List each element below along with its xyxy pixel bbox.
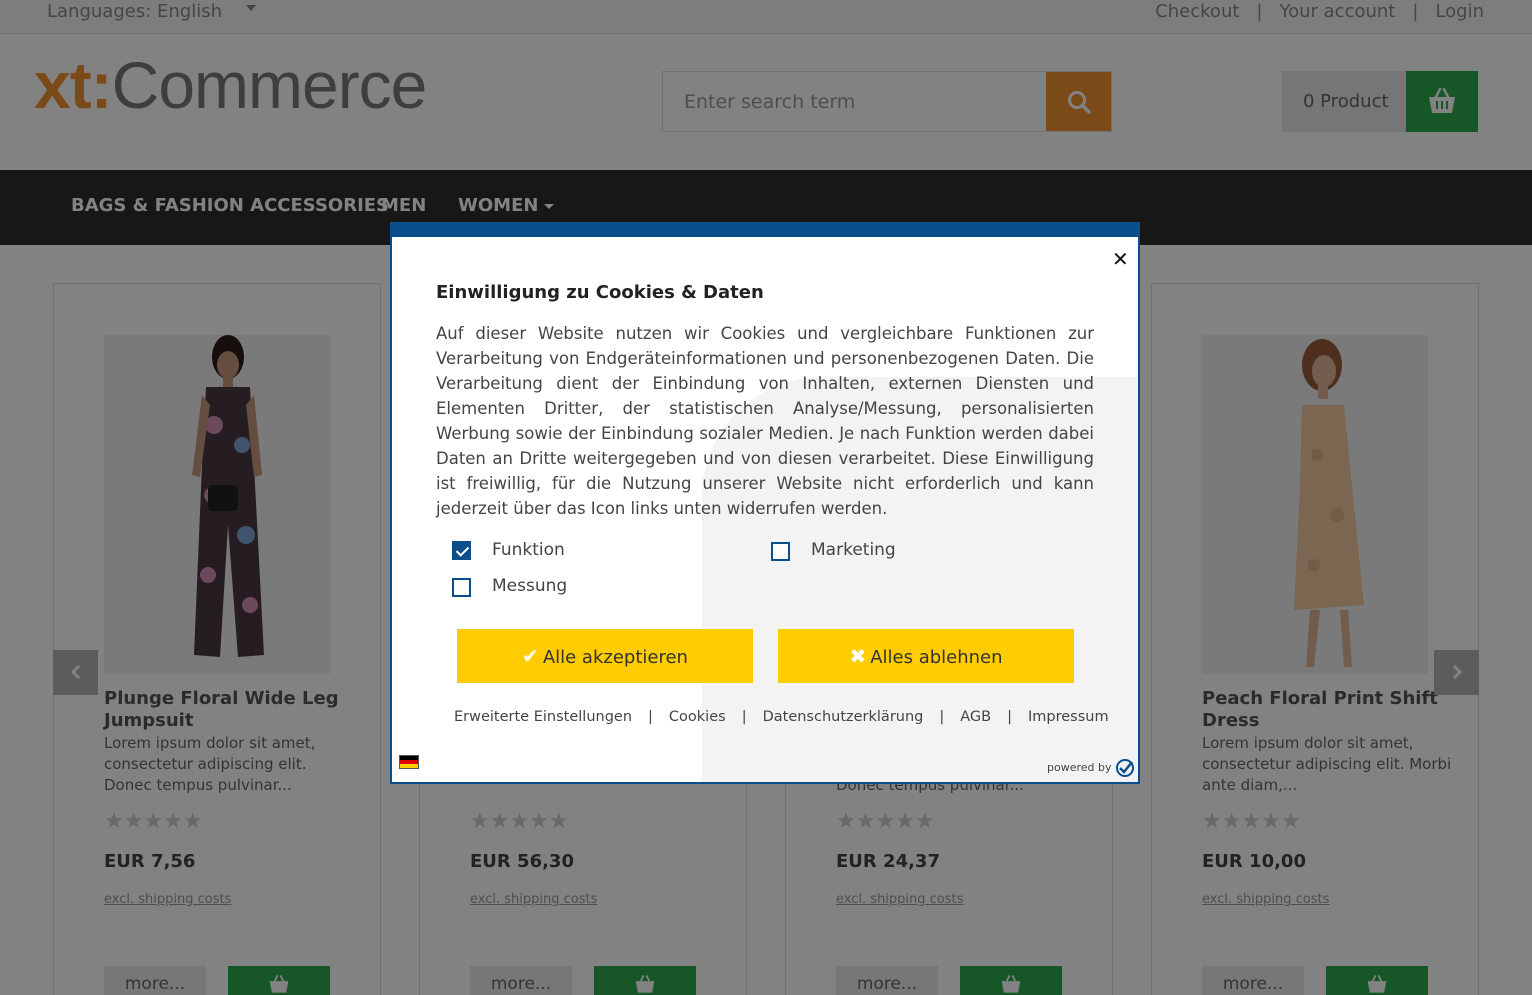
checkbox-label-funktion: Funktion bbox=[492, 540, 565, 560]
close-icon[interactable]: ✕ bbox=[1112, 249, 1129, 269]
checkbox-messung[interactable] bbox=[452, 578, 471, 597]
separator: | bbox=[648, 709, 653, 725]
dialog-header-bar bbox=[390, 222, 1140, 237]
checkbox-label-messung: Messung bbox=[492, 576, 568, 596]
accept-all-button[interactable]: ✔ Alle akzeptieren bbox=[457, 629, 753, 683]
dialog-title: Einwilligung zu Cookies & Daten bbox=[436, 282, 764, 303]
reject-all-button[interactable]: ✖ Alles ablehnen bbox=[778, 629, 1074, 683]
separator: | bbox=[741, 709, 747, 725]
dialog-links: Erweiterte Einstellungen | Cookies | Datensc… bbox=[454, 709, 1109, 725]
separator: | bbox=[939, 709, 945, 725]
close-icon: ✖ bbox=[849, 644, 867, 668]
link-impressum[interactable]: Impressum bbox=[1028, 709, 1109, 725]
check-icon: ✔ bbox=[522, 644, 539, 668]
checkbox-funktion[interactable] bbox=[452, 541, 471, 560]
link-agb[interactable]: AGB bbox=[960, 709, 991, 725]
accept-all-label: Alle akzeptieren bbox=[542, 647, 688, 668]
powered-by-label: powered by bbox=[1047, 761, 1112, 774]
reject-all-label: Alles ablehnen bbox=[870, 647, 1003, 668]
checkbox-marketing[interactable] bbox=[771, 542, 790, 561]
flag-icon[interactable] bbox=[399, 755, 419, 769]
link-privacy[interactable]: Datenschutzerklärung bbox=[763, 709, 924, 725]
separator: | bbox=[1007, 709, 1013, 725]
checkmark-logo-icon bbox=[1116, 759, 1134, 777]
cookie-consent-dialog: ✕ Einwilligung zu Cookies & Daten Auf di… bbox=[390, 222, 1140, 784]
dialog-text: Auf dieser Website nutzen wir Cookies un… bbox=[436, 324, 1094, 518]
link-advanced-settings[interactable]: Erweiterte Einstellungen bbox=[454, 709, 632, 725]
checkbox-label-marketing: Marketing bbox=[811, 540, 896, 560]
powered-by[interactable]: powered by bbox=[1047, 758, 1135, 778]
link-cookies[interactable]: Cookies bbox=[669, 709, 726, 725]
